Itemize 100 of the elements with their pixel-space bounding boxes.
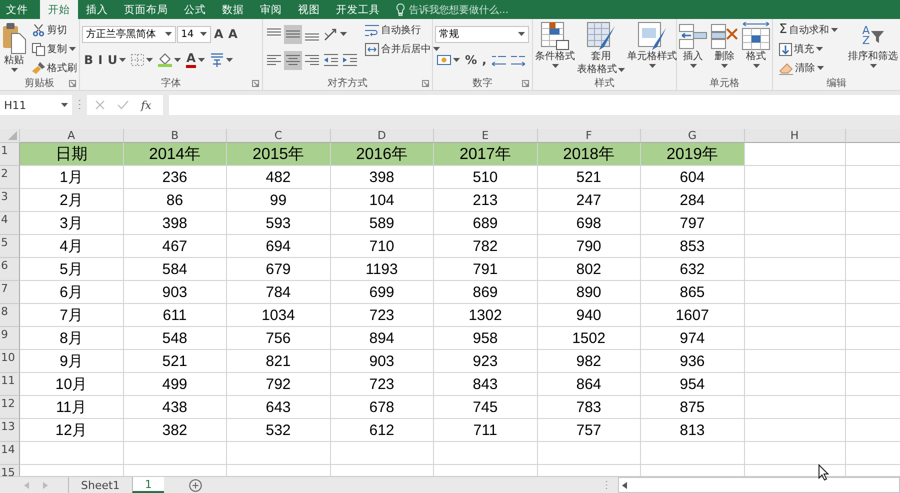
ribbon-button[interactable]: 填充 — [779, 41, 838, 57]
table-cell: 894 — [330, 327, 434, 350]
table-cell: 521 — [538, 166, 641, 189]
dialog-launcher-icon[interactable] — [422, 80, 429, 87]
currency-icon — [437, 55, 451, 65]
ribbon-button[interactable] — [284, 24, 302, 44]
insert-cells-icon — [679, 22, 707, 50]
name-box[interactable]: H11 — [0, 95, 72, 115]
table-cell: 923 — [434, 350, 538, 373]
dialog-launcher-icon[interactable] — [522, 80, 529, 87]
ribbon-button[interactable]: 插入 — [679, 22, 707, 76]
ribbon-button[interactable]: 合并后居中 — [365, 41, 440, 57]
ribbon-tab[interactable]: 页面布局 — [116, 0, 176, 19]
caret-icon — [518, 32, 525, 36]
row-header[interactable]: 13 — [0, 419, 20, 442]
dropdown-field[interactable]: 方正兰亭黑简体 — [82, 26, 176, 42]
table-cell: 974 — [641, 327, 744, 350]
table-cell: 723 — [330, 304, 434, 327]
table-cell: 802 — [538, 258, 641, 281]
row-header[interactable]: 11 — [0, 373, 20, 396]
tell-me-search[interactable]: 告诉我您想要做什么... — [396, 0, 509, 19]
row-header[interactable]: 10 — [0, 350, 20, 373]
row-header[interactable]: 8 — [0, 304, 20, 327]
ribbon-tab[interactable]: 开始 — [40, 0, 78, 19]
ribbon-button[interactable]: A — [226, 24, 240, 44]
row-header[interactable]: 7 — [0, 281, 20, 304]
table-cell: 10月 — [20, 373, 124, 396]
row-header[interactable]: 12 — [0, 396, 20, 419]
table-cell: 1193 — [330, 258, 434, 281]
column-header[interactable]: H — [744, 129, 846, 143]
ribbon-button[interactable]: 格式刷 — [32, 60, 77, 76]
ribbon-button[interactable] — [284, 50, 302, 70]
sheet-tab[interactable]: 1 — [132, 477, 164, 493]
ribbon-button[interactable]: 粘贴 — [2, 22, 26, 76]
row-header[interactable]: 14 — [0, 442, 20, 465]
table-cell: 710 — [330, 235, 434, 258]
ribbon-button[interactable]: , — [480, 50, 489, 70]
ribbon-button[interactable]: I — [96, 50, 105, 70]
table-cell: 821 — [227, 350, 330, 373]
ribbon-button[interactable]: A — [184, 50, 207, 70]
ribbon-button[interactable]: A — [212, 24, 226, 44]
table-cell: 510 — [434, 166, 538, 189]
ribbon-button[interactable]: 单元格样式 — [627, 22, 677, 76]
table-cell: 7月 — [20, 304, 124, 327]
ribbon-button[interactable]: A Z 排序和筛选 — [848, 22, 898, 76]
ribbon-button[interactable]: 格式 — [742, 22, 770, 76]
table-cell: 104 — [330, 189, 434, 212]
table-cell: 467 — [124, 235, 227, 258]
dialog-launcher-icon[interactable] — [252, 80, 259, 87]
ribbon-button[interactable]: 删除 — [710, 22, 738, 76]
row-header[interactable]: 3 — [0, 189, 20, 212]
insert-function-button[interactable]: fx — [141, 98, 152, 112]
ribbon-tab[interactable]: 数据 — [214, 0, 252, 19]
scroll-left-icon[interactable] — [622, 482, 627, 488]
ribbon-tab[interactable]: 审阅 — [252, 0, 290, 19]
row-header[interactable]: 9 — [0, 327, 20, 350]
ribbon-button[interactable]: % — [463, 50, 480, 70]
table-cell: 247 — [538, 189, 641, 212]
ribbon-tab[interactable]: 插入 — [78, 0, 116, 19]
horizontal-scrollbar[interactable] — [618, 477, 900, 493]
row-header[interactable]: 1 — [0, 143, 20, 166]
row-header[interactable]: 2 — [0, 166, 20, 189]
ribbon-button[interactable]: 复制 — [32, 41, 77, 57]
align-center-icon — [286, 54, 300, 66]
table-cell: 869 — [434, 281, 538, 304]
ribbon-button[interactable]: U — [106, 50, 128, 70]
ribbon-tab[interactable]: 公式 — [176, 0, 214, 19]
ribbon-button[interactable]: 条件格式 — [535, 22, 575, 76]
ribbon-button[interactable]: 剪切 — [32, 22, 77, 38]
table-cell: 521 — [124, 350, 227, 373]
dropdown-field[interactable]: 常规 — [435, 26, 529, 42]
table-cell: 1302 — [434, 304, 538, 327]
check-icon[interactable] — [117, 100, 129, 110]
table-cell: 982 — [538, 350, 641, 373]
table-cell: 438 — [124, 396, 227, 419]
table-cell: 398 — [124, 212, 227, 235]
row-header[interactable]: 6 — [0, 258, 20, 281]
table-cell: 643 — [227, 396, 330, 419]
table-cell: 482 — [227, 166, 330, 189]
ribbon-button[interactable]: Σ 自动求和 — [779, 22, 838, 38]
ribbon-button[interactable]: 清除 — [779, 60, 838, 76]
dropdown-field[interactable]: 14 — [177, 26, 211, 42]
table-cell: 213 — [434, 189, 538, 212]
table-cell: 1月 — [20, 166, 124, 189]
add-sheet-icon[interactable] — [188, 478, 202, 492]
ribbon-tab[interactable]: 开发工具 — [328, 0, 388, 19]
ribbon-tab[interactable]: 视图 — [290, 0, 328, 19]
dialog-launcher-icon[interactable] — [69, 80, 76, 87]
table-cell: 813 — [641, 419, 744, 442]
row-header[interactable]: 5 — [0, 235, 20, 258]
phonetic-guide-icon — [210, 53, 224, 67]
table-cell: 797 — [641, 212, 744, 235]
table-cell: 532 — [227, 419, 330, 442]
ribbon-button[interactable]: 套用 表格格式 — [577, 22, 625, 76]
row-header[interactable]: 4 — [0, 212, 20, 235]
table-cell: 584 — [124, 258, 227, 281]
ribbon-button[interactable]: B — [82, 50, 96, 70]
row-header[interactable]: 15 — [0, 465, 20, 476]
ribbon-tab[interactable]: 文件 — [0, 0, 40, 19]
ribbon-button[interactable] — [156, 50, 184, 70]
